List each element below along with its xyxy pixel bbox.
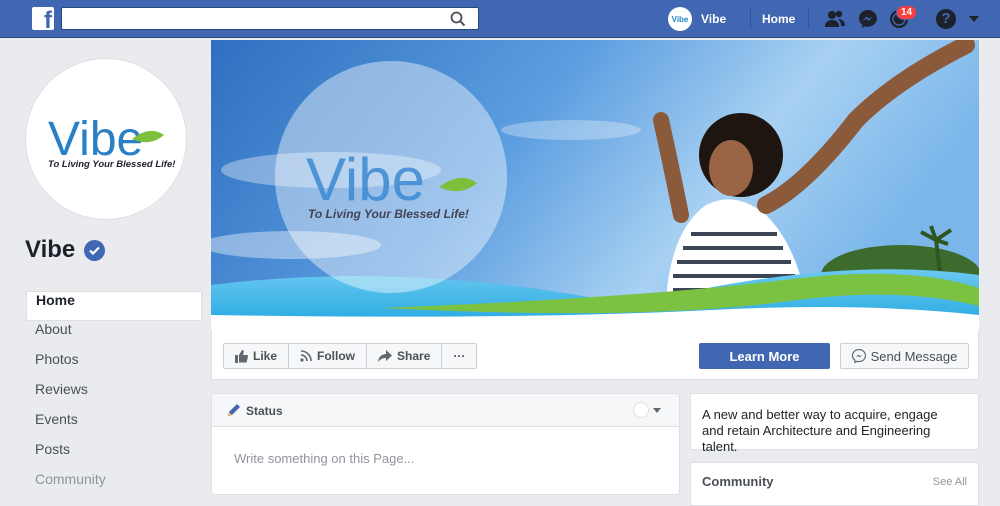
nav-item-photos[interactable]: Photos (26, 351, 202, 381)
help-glyph: ? (941, 10, 951, 27)
nav-item-events[interactable]: Events (26, 411, 202, 441)
share-button[interactable]: Share (367, 344, 443, 368)
send-message-button[interactable]: Send Message (840, 343, 969, 369)
more-options-button[interactable]: ··· (442, 344, 476, 368)
rss-icon (300, 350, 312, 362)
nav-item-reviews[interactable]: Reviews (26, 381, 202, 411)
avatar: Vibe (668, 7, 692, 31)
divider (750, 9, 751, 29)
send-message-label: Send Message (870, 348, 958, 364)
search-input[interactable] (61, 7, 479, 30)
follow-button[interactable]: Follow (289, 344, 368, 368)
community-card: Community See All (690, 462, 979, 506)
tab-status[interactable]: Status (246, 404, 283, 418)
nav-item-community[interactable]: Community (26, 471, 202, 501)
vibe-logo: Vibe To Living Your Blessed Life! (48, 113, 175, 170)
thumbs-up-icon (235, 349, 248, 363)
about-card: A new and better way to acquire, engage … (690, 393, 979, 454)
share-label: Share (397, 349, 431, 363)
action-button-group: Like Follow Share ··· (223, 343, 478, 369)
like-button[interactable]: Like (224, 344, 290, 368)
facebook-logo-letter: f (44, 7, 52, 31)
more-dots-icon: ··· (453, 349, 466, 363)
pencil-icon (228, 404, 240, 416)
messenger-icon (851, 349, 866, 363)
cover-logo-tagline: To Living Your Blessed Life! (308, 207, 469, 221)
about-text-line: and retain Architecture and Engineering … (702, 423, 931, 454)
cover-photo[interactable]: Vibe To Living Your Blessed Life! (211, 40, 979, 330)
composer-header: Status (212, 394, 679, 427)
like-label: Like (253, 349, 278, 363)
top-navigation-bar: f Vibe Vibe Home 14 ? (0, 0, 1000, 38)
audience-selector[interactable] (633, 402, 649, 418)
nav-item-about[interactable]: About (26, 321, 202, 351)
avatar-text: Vibe (671, 14, 689, 24)
follow-label: Follow (317, 349, 356, 363)
help-icon[interactable]: ? (936, 9, 956, 29)
post-input[interactable]: Write something on this Page... (234, 451, 414, 466)
about-text-line: A new and better way to acquire, engage (702, 407, 938, 422)
nav-item-home[interactable]: Home (26, 291, 202, 321)
divider (808, 9, 809, 29)
community-title: Community (702, 474, 774, 489)
search-icon[interactable] (450, 11, 466, 27)
logo-tagline: To Living Your Blessed Life! (48, 159, 175, 170)
cover-logo-wordmark: Vibe (306, 146, 425, 213)
cover-image: Vibe To Living Your Blessed Life! (211, 40, 979, 330)
page-navigation: Home About Photos Reviews Events Posts C… (26, 291, 202, 501)
home-link[interactable]: Home (762, 12, 795, 26)
account-menu-caret-icon[interactable] (969, 16, 979, 22)
verified-check-icon (84, 240, 105, 261)
page-profile-picture[interactable]: Vibe To Living Your Blessed Life! (25, 58, 187, 220)
learn-more-button[interactable]: Learn More (699, 343, 830, 369)
see-all-link[interactable]: See All (933, 476, 967, 488)
profile-name: Vibe (701, 12, 727, 26)
nav-item-posts[interactable]: Posts (26, 441, 202, 471)
messenger-icon[interactable] (857, 8, 879, 30)
share-arrow-icon (378, 350, 393, 362)
facebook-logo-icon[interactable]: f (32, 7, 54, 30)
post-composer: Status Write something on this Page... (211, 393, 680, 495)
chevron-down-icon[interactable] (653, 408, 661, 413)
page-title: Vibe (25, 236, 76, 263)
profile-shortcut[interactable]: Vibe Vibe (668, 6, 726, 32)
page-action-bar: Like Follow Share ··· Learn More Send Me… (211, 330, 979, 380)
friend-requests-icon[interactable] (824, 8, 846, 30)
notification-badge: 14 (896, 5, 918, 20)
